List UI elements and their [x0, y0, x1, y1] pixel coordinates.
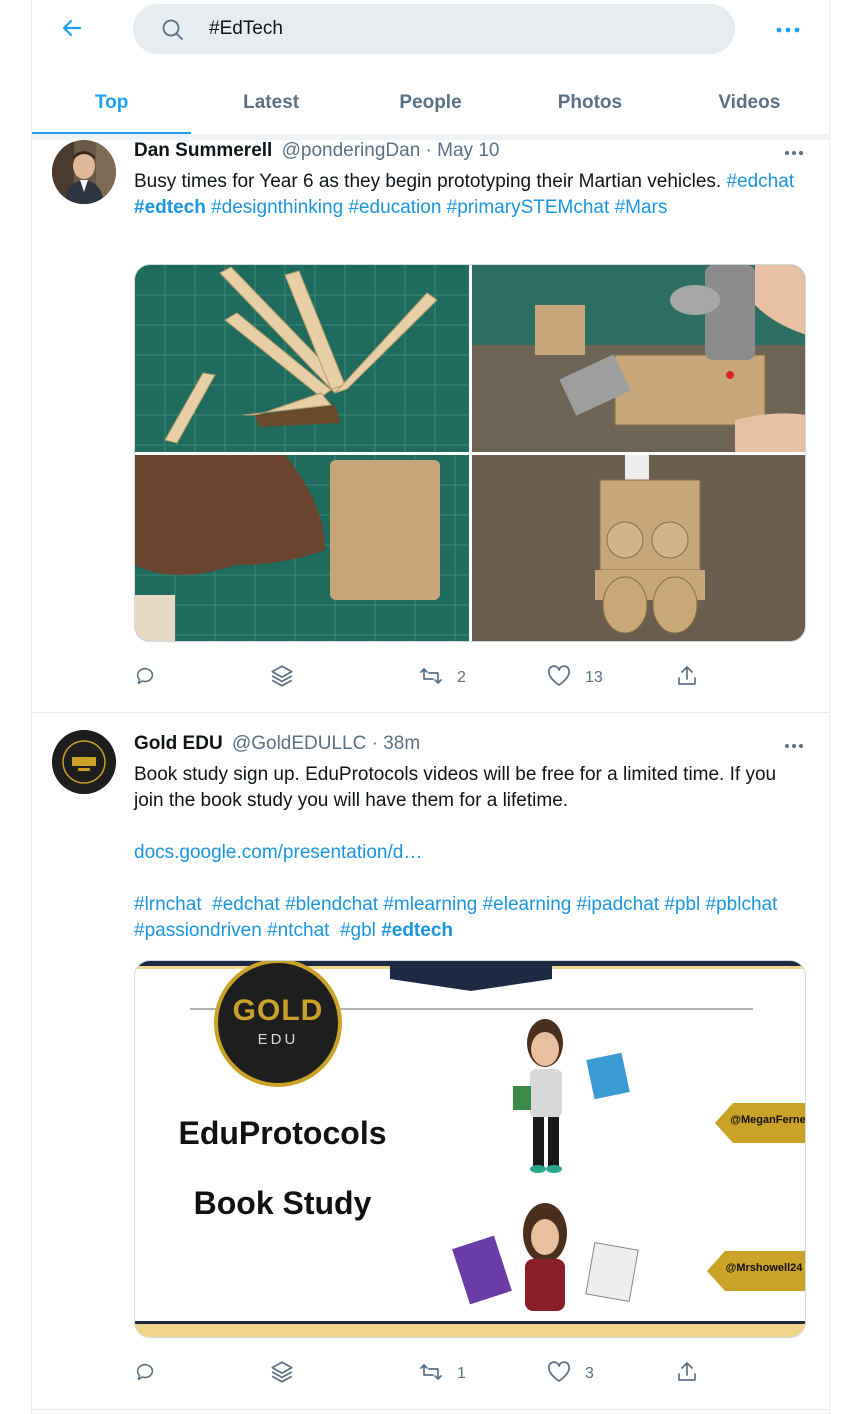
more-options-button[interactable] [772, 14, 804, 46]
retweet-icon [419, 665, 443, 692]
avatar[interactable] [52, 140, 116, 204]
search-tabs: Top Latest People Photos Videos [32, 72, 829, 134]
like-button[interactable]: 3 [547, 1360, 594, 1388]
retweet-count: 2 [457, 669, 466, 686]
timeline-column: Top Latest People Photos Videos Dan Summ… [31, 0, 830, 1414]
tweet-body: Book study sign up. EduProtocols videos … [134, 764, 777, 811]
tweet-header: Gold EDU @GoldEDULLC · 38m [134, 733, 420, 755]
tweet[interactable]: Gold EDU @GoldEDULLC · 38m Book study si… [32, 713, 829, 1410]
author-meta[interactable]: @ponderingDan · May 10 [282, 140, 500, 161]
hashtag[interactable]: #edtech [134, 197, 206, 218]
tweet-actions: 2 13 [134, 664, 734, 692]
card-logo-top: GOLD [232, 994, 324, 1027]
retweet-count: 1 [457, 1365, 466, 1382]
search-header [32, 0, 829, 60]
bitmoji-figure [513, 1019, 630, 1173]
tweet-image-card[interactable]: GOLD EDU EduProtocols Book Study @MeganF… [134, 960, 806, 1338]
search-input[interactable] [209, 16, 709, 42]
hashtag[interactable]: #designthinking [211, 197, 343, 218]
photo-2[interactable] [472, 265, 806, 452]
share-button[interactable] [675, 664, 699, 692]
hashtag[interactable]: #passiondriven [134, 920, 262, 941]
hashtag[interactable]: #edtech [381, 920, 453, 941]
more-dots-icon [784, 736, 804, 754]
tweet-text: Busy times for Year 6 as they begin prot… [134, 169, 810, 221]
tweet-text: Book study sign up. EduProtocols videos … [134, 762, 810, 944]
card-handle-2: @Mrshowell24 [725, 1262, 803, 1274]
reply-icon [134, 665, 156, 692]
hashtag[interactable]: #edchat [212, 894, 280, 915]
layers-icon [269, 663, 295, 694]
hashtag[interactable]: #ipadchat [577, 894, 659, 915]
tab-people[interactable]: People [351, 72, 510, 134]
hashtag[interactable]: #pblchat [706, 894, 778, 915]
hashtag[interactable]: #primarySTEMchat [447, 197, 610, 218]
like-count: 13 [585, 669, 603, 686]
like-button[interactable]: 13 [547, 664, 603, 692]
tweet[interactable]: Dan Summerell @ponderingDan · May 10 Bus… [32, 140, 829, 713]
card-logo-bottom: EDU [257, 1031, 299, 1048]
hashtag[interactable]: #ntchat [267, 920, 329, 941]
reply-icon [134, 1361, 156, 1388]
tweet-actions: 1 3 [134, 1360, 734, 1388]
upload-icon [675, 664, 699, 693]
share-button[interactable] [675, 1360, 699, 1388]
card-title-line1: EduProtocols [178, 1115, 387, 1151]
photo-3[interactable] [135, 455, 469, 642]
retweet-button[interactable]: 2 [419, 664, 466, 692]
tab-top[interactable]: Top [32, 72, 192, 134]
card-title-line2: Book Study [193, 1185, 372, 1221]
back-arrow-icon [60, 16, 84, 45]
reply-button[interactable] [134, 1360, 156, 1388]
tweet-more-button[interactable] [780, 142, 808, 162]
author-meta[interactable]: @GoldEDULLC · 38m [232, 733, 420, 754]
hashtag[interactable]: #gbl [340, 920, 376, 941]
hashtag[interactable]: #elearning [483, 894, 572, 915]
author-name[interactable]: Dan Summerell [134, 140, 272, 161]
card-handle-1: @MeganFerne [730, 1114, 806, 1126]
photo-4[interactable] [472, 455, 806, 642]
hashtag[interactable]: #mlearning [383, 894, 477, 915]
hashtag[interactable]: #education [348, 197, 441, 218]
tweet-photo-grid [134, 264, 806, 642]
tweet-body: Busy times for Year 6 as they begin prot… [134, 171, 722, 192]
more-dots-icon [776, 21, 800, 39]
reply-button[interactable] [134, 664, 156, 692]
retweet-button[interactable]: 1 [419, 1360, 466, 1388]
tweet-link[interactable]: docs.google.com/presentation/d… [134, 842, 422, 863]
tab-latest[interactable]: Latest [191, 72, 350, 134]
heart-icon [547, 664, 571, 692]
hashtag[interactable]: #lrnchat [134, 894, 202, 915]
share-layers-button[interactable] [269, 664, 295, 692]
photo-1[interactable] [135, 265, 469, 452]
more-dots-icon [784, 143, 804, 161]
hashtag[interactable]: #pbl [664, 894, 700, 915]
author-name[interactable]: Gold EDU [134, 733, 223, 754]
bitmoji-figure [452, 1203, 639, 1311]
tab-videos[interactable]: Videos [670, 72, 829, 134]
avatar[interactable] [52, 730, 116, 794]
tweet-header: Dan Summerell @ponderingDan · May 10 [134, 140, 499, 162]
hashtag[interactable]: #blendchat [285, 894, 378, 915]
retweet-icon [419, 1361, 443, 1388]
heart-icon [547, 1360, 571, 1388]
like-count: 3 [585, 1365, 594, 1382]
tab-photos[interactable]: Photos [510, 72, 669, 134]
share-layers-button[interactable] [269, 1360, 295, 1388]
search-box[interactable] [133, 4, 735, 54]
layers-icon [269, 1359, 295, 1390]
back-button[interactable] [54, 12, 90, 48]
hashtag[interactable]: #Mars [615, 197, 668, 218]
upload-icon [675, 1360, 699, 1389]
hashtag[interactable]: #edchat [726, 171, 794, 192]
search-icon [161, 18, 185, 42]
tweet-more-button[interactable] [780, 735, 808, 755]
